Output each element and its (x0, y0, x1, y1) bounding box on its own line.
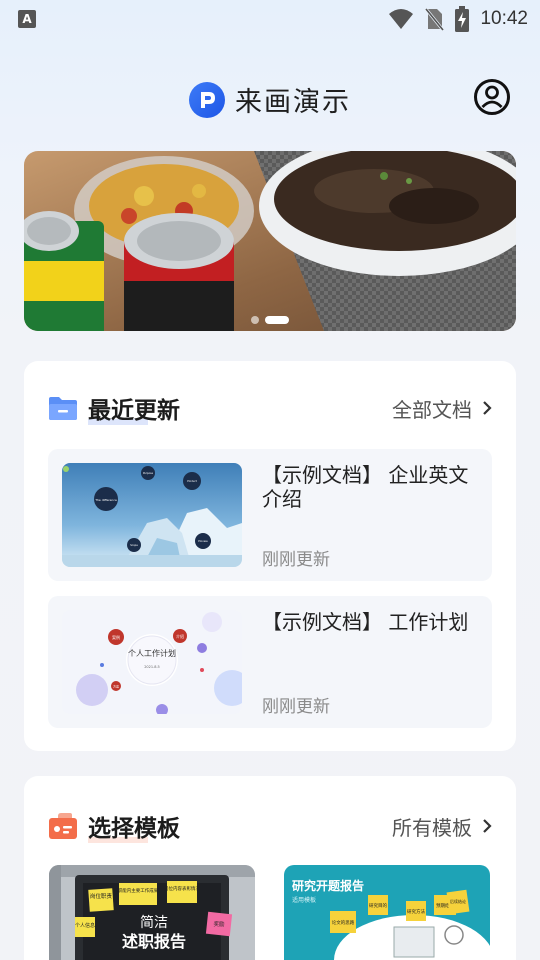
chevron-right-icon (483, 819, 492, 833)
all-templates-link[interactable]: 所有模板 (392, 812, 492, 841)
document-item[interactable]: The difference Purpose Product Scope Pro… (48, 449, 492, 581)
sticky-note-text: 岗位内容表彰情况 (164, 885, 200, 892)
thumb-bubble-text: Process (198, 539, 208, 543)
user-profile-icon (474, 79, 510, 115)
document-updated-time: 刚刚更新 (262, 550, 330, 570)
recent-section-title: 最近更新 (88, 391, 180, 425)
carousel-indicator (251, 316, 289, 324)
sticky-note-text: 岗位职责 (90, 892, 113, 900)
thumb-bubble-text: The difference (94, 498, 117, 502)
template-title: 研究开题报告 (292, 878, 364, 893)
template-subtitle: 适用模板 (292, 896, 316, 904)
recent-title-text: 最近更新 (88, 398, 180, 424)
battery-charging-icon (455, 6, 470, 32)
template-title-line: 述职报告 (122, 932, 186, 951)
app-title: 来画演示 (235, 87, 351, 118)
templates-section-header: 选择模板 所有模板 (48, 806, 492, 846)
recent-section-header: 最近更新 全部文档 (48, 388, 492, 428)
thumb-bubble-text: Scope (130, 543, 138, 547)
app-logo-icon (189, 81, 225, 118)
sticky-note-text: 职能内主要工作成果 (118, 887, 159, 894)
thumb-bubble-text: Purpose (143, 471, 153, 475)
document-updated-time: 刚刚更新 (262, 697, 330, 717)
no-sim-icon (425, 8, 445, 31)
carousel-dot[interactable] (251, 316, 259, 324)
template-title-line: 简洁 (140, 914, 168, 931)
templates-card: 选择模板 所有模板 岗位职责 职能内主要工作成果 岗位内容表彰情况 个人信息 奖… (24, 776, 516, 960)
status-icons: 10:42 (388, 4, 528, 34)
all-documents-link[interactable]: 全部文档 (392, 394, 492, 423)
sticky-note-text: 研究方法 (407, 908, 425, 915)
sticky-note-text: 奖励 (213, 920, 225, 928)
app-header: 来画演示 (0, 78, 540, 118)
templates-title-text: 选择模板 (88, 816, 180, 842)
keyboard-notification-icon: A (18, 10, 36, 28)
chevron-right-icon (483, 401, 492, 415)
template-icon (49, 813, 77, 839)
thumb-label: 方案 (113, 684, 119, 689)
document-item[interactable]: 个人工作计划 2021.8.5 案例 介绍 方案 【示例文档】 工作计划 刚刚更… (48, 596, 492, 728)
banner-carousel[interactable] (24, 151, 516, 331)
app-brand: 来画演示 (189, 80, 351, 119)
thumb-label: 案例 (112, 634, 120, 640)
folder-icon (49, 397, 77, 420)
wifi-icon (389, 9, 414, 29)
templates-section-title: 选择模板 (88, 809, 180, 843)
all-documents-label: 全部文档 (392, 397, 472, 422)
sticky-note-text: 个人信息 (75, 922, 95, 929)
sticky-note-text: 研究目的 (369, 902, 387, 909)
template-item[interactable]: 研究开题报告 适用模板 研究目的 研究方法 预期结论 论文的思路 后续结论 (284, 865, 490, 960)
thumb-center-date: 2021.8.5 (144, 665, 160, 669)
sticky-note-text: 后续结论 (450, 898, 466, 904)
sticky-note-text: 论文的思路 (332, 919, 355, 926)
document-title: 【示例文档】 工作计划 (262, 610, 469, 634)
carousel-dot-active[interactable] (265, 316, 289, 324)
banner-image (24, 151, 516, 331)
profile-button[interactable] (473, 78, 511, 116)
recent-documents-card: 最近更新 全部文档 The difference Purpose Product… (24, 361, 516, 751)
thumb-label: 介绍 (176, 633, 184, 639)
document-title: 【示例文档】 企业英文介绍 (262, 463, 469, 511)
thumb-bubble-text: Product (187, 479, 197, 483)
document-thumbnail: The difference Purpose Product Scope Pro… (62, 463, 242, 567)
clock-time: 10:42 (480, 8, 528, 29)
status-bar: A 10:42 (0, 0, 540, 38)
all-templates-label: 所有模板 (392, 815, 472, 840)
template-item[interactable]: 岗位职责 职能内主要工作成果 岗位内容表彰情况 个人信息 奖励 简洁 述职报告 (49, 865, 255, 960)
document-thumbnail: 个人工作计划 2021.8.5 案例 介绍 方案 (62, 610, 242, 714)
thumb-center-title: 个人工作计划 (128, 648, 176, 658)
